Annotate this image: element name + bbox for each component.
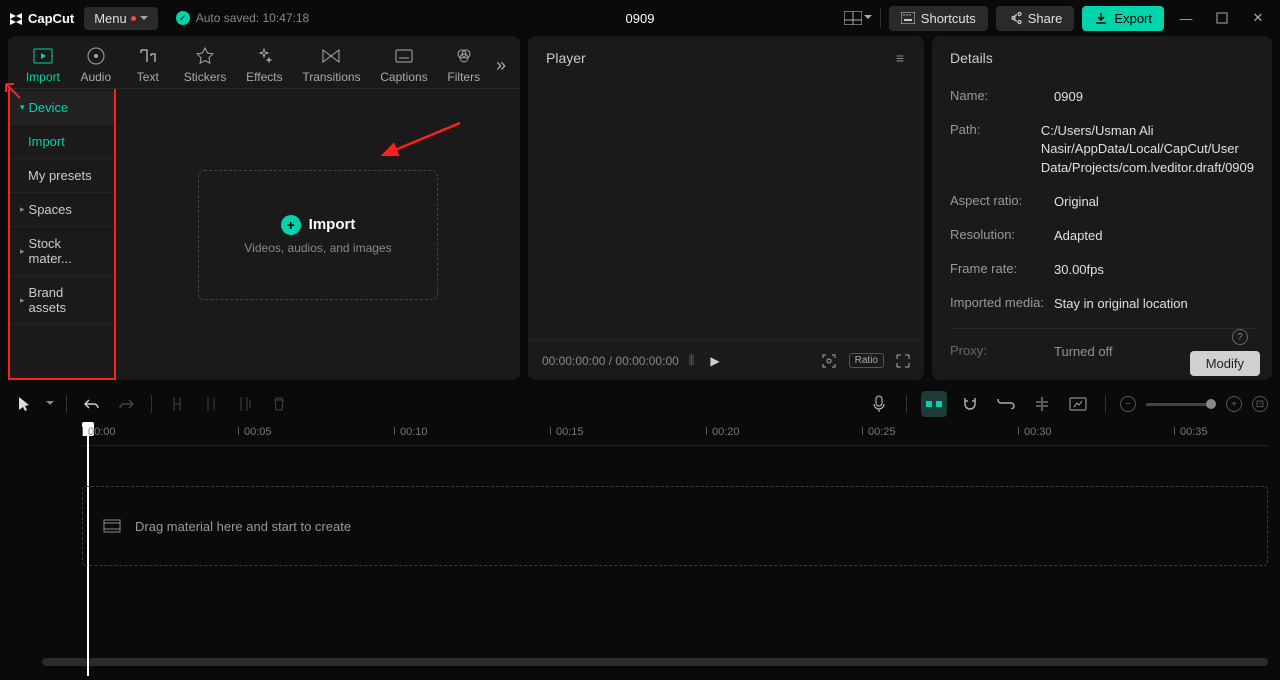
- media-panel: Import Audio Text Stickers Effects Trans…: [8, 36, 520, 380]
- expand-icon[interactable]: [896, 354, 910, 368]
- detail-fps-value: 30.00fps: [1054, 261, 1254, 279]
- film-icon: [103, 519, 121, 533]
- zoom-fit-icon[interactable]: ⊡: [1252, 396, 1268, 412]
- tick: 00:15: [556, 426, 584, 438]
- detail-res-label: Resolution:: [950, 227, 1054, 245]
- detail-name-value: 0909: [1054, 88, 1254, 106]
- player-time: 00:00:00:00 / 00:00:00:00: [542, 354, 679, 368]
- maximize-icon[interactable]: [1208, 4, 1236, 32]
- timeline-drop-hint[interactable]: Drag material here and start to create: [82, 486, 1268, 566]
- modify-button[interactable]: Modify: [1190, 351, 1260, 376]
- sidebar-item-spaces[interactable]: ▸Spaces: [10, 193, 114, 227]
- player-viewport[interactable]: [528, 80, 924, 340]
- check-icon: ✓: [176, 11, 190, 25]
- timeline-scrollbar[interactable]: [42, 658, 1268, 666]
- autosave-status: ✓ Auto saved: 10:47:18: [176, 11, 309, 25]
- timeline[interactable]: 00:00 00:05 00:10 00:15 00:20 00:25 00:3…: [0, 422, 1280, 674]
- annotation-arrow-icon: [4, 82, 22, 100]
- volume-icon[interactable]: ⫼: [689, 353, 695, 368]
- detail-media-label: Imported media:: [950, 295, 1054, 313]
- preview-icon[interactable]: [1065, 391, 1091, 417]
- menu-button[interactable]: Menu: [84, 7, 158, 30]
- sidebar-item-brand[interactable]: ▸Brand assets: [10, 276, 114, 325]
- tab-transitions[interactable]: Transitions: [293, 42, 371, 88]
- detail-aspect-value: Original: [1054, 193, 1254, 211]
- export-button[interactable]: Export: [1082, 6, 1164, 31]
- detail-media-value: Stay in original location: [1054, 295, 1254, 313]
- import-sidebar: ▾Device Import My presets ▸Spaces ▸Stock…: [8, 89, 116, 380]
- detail-path-value: C:/Users/Usman Ali Nasir/AppData/Local/C…: [1041, 122, 1254, 177]
- align-icon[interactable]: [1029, 391, 1055, 417]
- tick: 00:30: [1024, 426, 1052, 438]
- cursor-dropdown-icon[interactable]: [46, 401, 54, 407]
- annotation-arrow-icon: [375, 121, 465, 161]
- import-hint: Videos, audios, and images: [244, 241, 391, 255]
- tab-stickers[interactable]: Stickers: [174, 42, 236, 88]
- play-button[interactable]: ▶: [710, 354, 719, 368]
- shortcuts-button[interactable]: Shortcuts: [889, 6, 988, 31]
- tab-import[interactable]: Import: [16, 42, 70, 88]
- tab-filters[interactable]: Filters: [438, 42, 490, 88]
- close-icon[interactable]: ✕: [1244, 4, 1272, 32]
- detail-proxy-label: Proxy:: [950, 343, 1054, 361]
- sidebar-item-import[interactable]: Import: [10, 125, 114, 159]
- cursor-tool-icon[interactable]: [12, 391, 38, 417]
- plus-icon: +: [281, 215, 301, 235]
- details-panel: Details Name:0909 Path:C:/Users/Usman Al…: [932, 36, 1272, 380]
- tab-text[interactable]: Text: [122, 42, 174, 88]
- tick: 00:35: [1180, 426, 1208, 438]
- tick: 00:10: [400, 426, 428, 438]
- undo-icon[interactable]: [79, 391, 105, 417]
- link-icon[interactable]: [993, 391, 1019, 417]
- layout-icon[interactable]: [844, 4, 872, 32]
- tabs-more-icon[interactable]: »: [490, 55, 512, 76]
- snap-icon[interactable]: [921, 391, 947, 417]
- detail-res-value: Adapted: [1054, 227, 1254, 245]
- detail-aspect-label: Aspect ratio:: [950, 193, 1054, 211]
- tab-effects[interactable]: Effects: [236, 42, 292, 88]
- player-panel: Player ≡ 00:00:00:00 / 00:00:00:00 ⫼ ▶ Ra…: [528, 36, 924, 380]
- info-icon[interactable]: ?: [1232, 329, 1248, 345]
- detail-fps-label: Frame rate:: [950, 261, 1054, 279]
- sidebar-item-stock[interactable]: ▸Stock mater...: [10, 227, 114, 276]
- project-title: 0909: [626, 11, 655, 26]
- magnet-icon[interactable]: [957, 391, 983, 417]
- fullscreen-scan-icon[interactable]: [821, 353, 837, 369]
- ratio-button[interactable]: Ratio: [849, 353, 884, 368]
- player-menu-icon[interactable]: ≡: [896, 50, 906, 66]
- trim-right-icon[interactable]: [232, 391, 258, 417]
- details-title: Details: [950, 50, 993, 66]
- share-button[interactable]: Share: [996, 6, 1075, 31]
- tab-audio[interactable]: Audio: [70, 42, 122, 88]
- mic-icon[interactable]: [866, 391, 892, 417]
- tab-captions[interactable]: Captions: [370, 42, 437, 88]
- sidebar-item-device[interactable]: ▾Device: [10, 91, 114, 125]
- zoom-slider[interactable]: [1146, 403, 1216, 406]
- detail-path-label: Path:: [950, 122, 1041, 177]
- trim-left-icon[interactable]: [198, 391, 224, 417]
- detail-name-label: Name:: [950, 88, 1054, 106]
- tick: 00:00: [88, 426, 116, 438]
- delete-icon[interactable]: [266, 391, 292, 417]
- player-title: Player: [546, 50, 586, 66]
- redo-icon[interactable]: [113, 391, 139, 417]
- tick: 00:25: [868, 426, 896, 438]
- minimize-icon[interactable]: —: [1172, 4, 1200, 32]
- timeline-ruler[interactable]: 00:00 00:05 00:10 00:15 00:20 00:25 00:3…: [82, 422, 1268, 446]
- zoom-in-icon[interactable]: +: [1226, 396, 1242, 412]
- app-logo: CapCut: [8, 10, 74, 26]
- sidebar-item-presets[interactable]: My presets: [10, 159, 114, 193]
- split-icon[interactable]: [164, 391, 190, 417]
- tick: 00:20: [712, 426, 740, 438]
- tick: 00:05: [244, 426, 272, 438]
- import-dropzone[interactable]: +Import Videos, audios, and images: [198, 170, 438, 300]
- zoom-out-icon[interactable]: −: [1120, 396, 1136, 412]
